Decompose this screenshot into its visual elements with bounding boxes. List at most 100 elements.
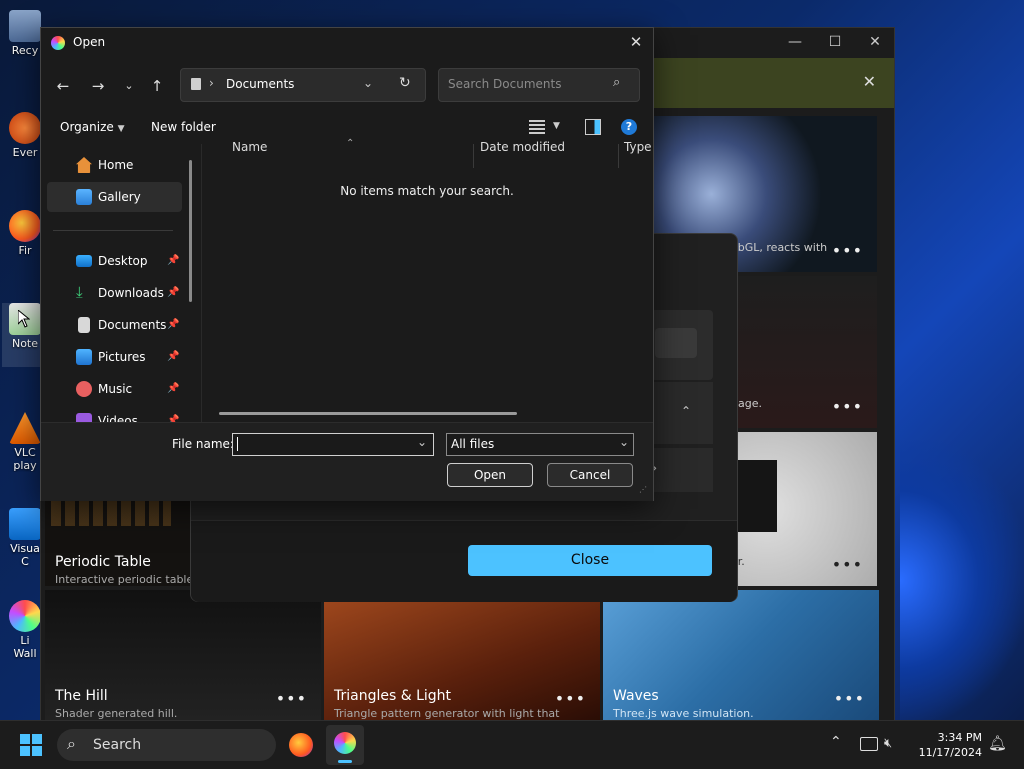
lively-app-icon bbox=[51, 36, 65, 50]
network-icon[interactable] bbox=[860, 737, 878, 751]
column-header-type[interactable]: Type bbox=[624, 140, 652, 154]
dialog-close-icon[interactable]: ✕ bbox=[621, 30, 651, 54]
file-type-select[interactable]: All files ⌄ bbox=[446, 433, 634, 456]
column-header-name[interactable]: Name bbox=[232, 140, 267, 154]
sort-ascending-icon: ⌃ bbox=[346, 138, 355, 149]
navigation-pane: Home Gallery Desktop 📌 ⤓ Downloads 📌 Doc… bbox=[41, 144, 201, 422]
close-window-button[interactable]: ✕ bbox=[855, 28, 895, 56]
expander[interactable]: ⌃ bbox=[651, 382, 713, 444]
sidebar-item-desktop[interactable]: Desktop 📌 bbox=[47, 246, 182, 276]
more-options-icon[interactable]: ••• bbox=[832, 241, 863, 260]
back-arrow-icon[interactable]: ← bbox=[49, 72, 77, 100]
card-title: Periodic Table bbox=[55, 554, 151, 570]
resize-grip-icon[interactable]: ⋰ bbox=[639, 485, 647, 494]
card-title: Triangles & Light bbox=[334, 688, 452, 704]
desktop-icon-label: VLC play bbox=[13, 446, 37, 472]
horizontal-scrollbar[interactable] bbox=[219, 412, 517, 415]
volume-muted-icon[interactable]: 🔇︎ bbox=[884, 736, 892, 751]
cancel-button[interactable]: Cancel bbox=[547, 463, 633, 487]
search-icon: ⌕ bbox=[67, 734, 76, 753]
navigation-row[interactable]: › bbox=[651, 448, 713, 492]
pin-icon[interactable]: 📌 bbox=[167, 246, 179, 276]
close-button[interactable]: Close bbox=[468, 545, 712, 576]
search-icon: ⌕ bbox=[613, 75, 621, 90]
taskbar-time: 3:34 PM bbox=[937, 731, 982, 744]
sidebar-divider bbox=[53, 230, 173, 231]
new-folder-button[interactable]: New folder bbox=[151, 120, 216, 134]
search-box[interactable]: Search Documents ⌕ bbox=[438, 68, 640, 102]
up-arrow-icon[interactable]: ↑ bbox=[143, 72, 171, 100]
sidebar-item-pictures[interactable]: Pictures 📌 bbox=[47, 342, 182, 372]
pin-icon[interactable]: 📌 bbox=[167, 278, 179, 308]
sidebar-item-home[interactable]: Home bbox=[47, 150, 182, 180]
minimize-button[interactable]: — bbox=[775, 28, 815, 56]
address-bar[interactable]: › Documents ⌄ ↻ bbox=[180, 68, 426, 102]
taskbar-search-box[interactable]: ⌕ Search bbox=[57, 729, 276, 761]
gallery-icon bbox=[76, 189, 92, 205]
desktop-icon-label: Ever bbox=[12, 146, 38, 159]
taskbar-search-label: Search bbox=[93, 737, 142, 753]
desktop-icon-label: Li Wall bbox=[13, 634, 37, 660]
wallpaper-card-triangles-light[interactable]: Triangles & Light Triangle pattern gener… bbox=[324, 590, 600, 720]
windows-logo-pane bbox=[20, 746, 30, 756]
taskbar: ⌕ Search ⌃ 🔇︎ 3:34 PM 11/17/2024 🔔︎ bbox=[0, 720, 1024, 769]
documents-folder-icon bbox=[191, 78, 201, 90]
pin-icon[interactable]: 📌 bbox=[167, 406, 179, 422]
file-type-chevron-icon: ⌄ bbox=[619, 435, 630, 449]
empty-message: No items match your search. bbox=[340, 184, 514, 198]
dialog-field bbox=[651, 310, 713, 380]
address-dropdown-chevron-icon[interactable]: ⌄ bbox=[363, 76, 373, 90]
card-description: Triangle pattern generator with light th… bbox=[334, 707, 560, 720]
dialog-field-inner bbox=[655, 328, 697, 358]
pictures-icon bbox=[76, 349, 92, 365]
sidebar-scrollbar[interactable] bbox=[189, 160, 192, 302]
sidebar-item-videos[interactable]: Videos 📌 bbox=[47, 406, 182, 422]
notification-close-icon[interactable]: ✕ bbox=[863, 72, 876, 91]
show-hidden-icons-chevron-icon[interactable]: ⌃ bbox=[830, 734, 842, 750]
file-type-value: All files bbox=[451, 437, 495, 451]
wallpaper-card-the-hill[interactable]: The Hill Shader generated hill. ••• bbox=[45, 590, 321, 720]
mouse-cursor-icon bbox=[18, 310, 30, 328]
wallpaper-card-waves[interactable]: Waves Three.js wave simulation. ••• bbox=[603, 590, 879, 720]
view-chevron-icon[interactable]: ▼ bbox=[553, 121, 560, 131]
notification-bell-icon[interactable]: 🔔︎ bbox=[988, 734, 1007, 752]
music-icon bbox=[76, 381, 92, 397]
pin-icon[interactable]: 📌 bbox=[167, 374, 179, 404]
column-header-date-modified[interactable]: Date modified bbox=[480, 140, 565, 154]
start-button[interactable] bbox=[20, 734, 42, 756]
more-options-icon[interactable]: ••• bbox=[832, 555, 863, 574]
pin-icon[interactable]: 📌 bbox=[167, 342, 179, 372]
recent-locations-chevron-icon[interactable]: ⌄ bbox=[115, 72, 143, 100]
open-button[interactable]: Open bbox=[447, 463, 533, 487]
lively-taskbar-button[interactable] bbox=[326, 725, 364, 765]
file-name-input[interactable]: ⌄ bbox=[232, 433, 434, 456]
column-divider[interactable] bbox=[473, 144, 474, 168]
sidebar-item-downloads[interactable]: ⤓ Downloads 📌 bbox=[47, 278, 182, 308]
more-options-icon[interactable]: ••• bbox=[555, 689, 586, 708]
sidebar-item-label: Videos bbox=[98, 414, 138, 422]
organize-label: Organize bbox=[60, 120, 114, 134]
more-options-icon[interactable]: ••• bbox=[834, 689, 865, 708]
forward-arrow-icon[interactable]: → bbox=[84, 72, 112, 100]
view-list-icon[interactable] bbox=[529, 120, 545, 134]
sidebar-item-music[interactable]: Music 📌 bbox=[47, 374, 182, 404]
dialog-title: Open bbox=[73, 35, 106, 49]
more-options-icon[interactable]: ••• bbox=[276, 689, 307, 708]
firefox-taskbar-icon[interactable] bbox=[289, 733, 313, 757]
everything-app-icon bbox=[9, 112, 41, 144]
breadcrumb-separator-icon: › bbox=[209, 76, 214, 90]
maximize-button[interactable]: ☐ bbox=[815, 28, 855, 56]
sidebar-item-gallery[interactable]: Gallery bbox=[47, 182, 182, 212]
organize-button[interactable]: Organize ▼ bbox=[60, 120, 125, 134]
column-divider[interactable] bbox=[618, 144, 619, 168]
vlc-icon bbox=[9, 412, 41, 444]
preview-pane-icon[interactable] bbox=[585, 119, 601, 135]
desktop-icon-label: Visua C bbox=[10, 542, 40, 568]
help-icon[interactable]: ? bbox=[621, 119, 637, 135]
taskbar-clock[interactable]: 3:34 PM 11/17/2024 bbox=[912, 730, 982, 760]
file-name-dropdown-chevron-icon[interactable]: ⌄ bbox=[417, 435, 427, 449]
pin-icon[interactable]: 📌 bbox=[167, 310, 179, 340]
refresh-icon[interactable]: ↻ bbox=[399, 75, 411, 91]
sidebar-item-documents[interactable]: Documents 📌 bbox=[47, 310, 182, 340]
more-options-icon[interactable]: ••• bbox=[832, 397, 863, 416]
